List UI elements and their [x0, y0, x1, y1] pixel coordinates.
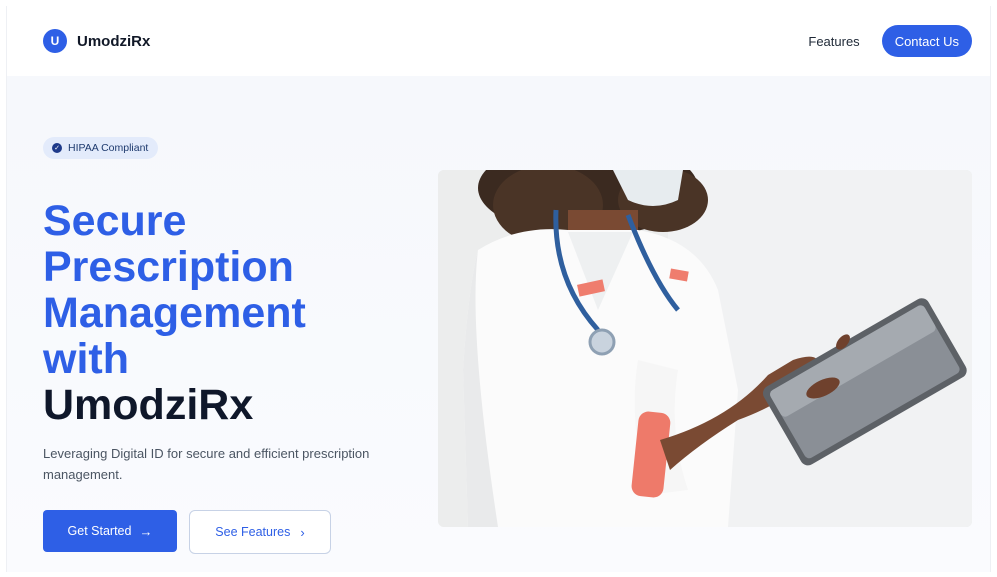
- contact-us-button[interactable]: Contact Us: [881, 25, 972, 57]
- see-features-label: See Features: [215, 525, 291, 539]
- nav-link-features[interactable]: Features: [808, 34, 859, 49]
- headline-line-3: Management: [43, 289, 306, 337]
- hero-section: ✓ HIPAA Compliant Secure Prescription Ma…: [7, 76, 990, 572]
- site-header: U UmodziRx Features Contact Us: [7, 6, 990, 76]
- hero-headline: Secure Prescription Management with Umod…: [43, 198, 403, 428]
- check-circle-icon: ✓: [52, 143, 62, 153]
- hipaa-badge: ✓ HIPAA Compliant: [43, 137, 159, 159]
- headline-line-4: with: [43, 335, 129, 383]
- doctor-illustration: [438, 170, 972, 527]
- badge-label: HIPAA Compliant: [68, 142, 149, 154]
- get-started-label: Get Started: [67, 524, 132, 538]
- cta-row: Get Started → See Features ›: [43, 510, 331, 554]
- chevron-right-icon: ›: [300, 524, 305, 540]
- see-features-button[interactable]: See Features ›: [189, 510, 331, 554]
- brand-logo-icon: U: [43, 29, 67, 53]
- headline-line-2: Prescription: [43, 243, 294, 291]
- hero-subtext: Leveraging Digital ID for secure and eff…: [43, 446, 370, 482]
- hero-image-doctor-with-tablet: [438, 170, 972, 527]
- brand-name: UmodziRx: [77, 32, 151, 50]
- headline-line-1: Secure: [43, 197, 187, 245]
- main-nav: Features Contact Us: [808, 25, 972, 57]
- arrow-right-icon: →: [139, 523, 153, 539]
- page-frame: U UmodziRx Features Contact Us ✓ HIPAA C…: [6, 6, 991, 572]
- get-started-button[interactable]: Get Started →: [43, 510, 177, 552]
- brand[interactable]: U UmodziRx: [43, 29, 150, 53]
- headline-line-5: UmodziRx: [43, 381, 254, 429]
